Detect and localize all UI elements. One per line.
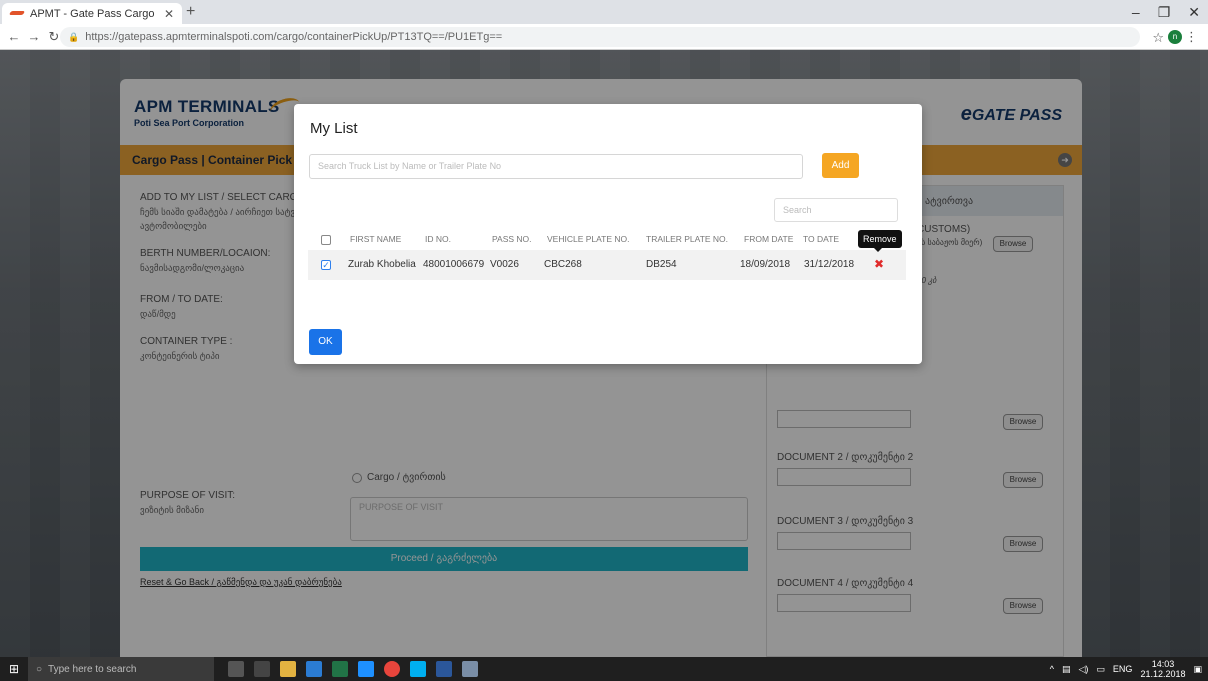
window-controls: – ❐ ✕ [1132,4,1200,21]
clock[interactable]: 14:03 21.12.2018 [1140,659,1185,679]
browser-tabstrip: APMT - Gate Pass Cargo ✕ + – ❐ ✕ [0,0,1208,24]
word-icon[interactable] [436,661,452,677]
browser-toolbar: ← → ↻ 🔒 https://gatepass.apmterminalspot… [0,24,1208,50]
close-window-icon[interactable]: ✕ [1188,4,1200,21]
cell-vehicle-plate: CBC268 [544,259,582,270]
cell-first-name: Zurab Khobelia [348,259,416,270]
list-filter-input[interactable]: Search [774,198,898,222]
apm-favicon-icon [10,9,24,19]
language-indicator[interactable]: ENG [1113,664,1133,674]
task-view-icon[interactable] [254,661,270,677]
maximize-icon[interactable]: ❐ [1158,4,1171,21]
volume-icon[interactable]: ◁) [1078,664,1088,675]
profile-avatar[interactable]: n [1168,30,1182,44]
col-first-name: FIRST NAME [350,234,402,244]
minimize-icon[interactable]: – [1132,4,1140,21]
ok-button[interactable]: OK [309,329,342,355]
table-header: FIRST NAME ID NO. PASS NO. VEHICLE PLATE… [311,234,905,250]
add-button[interactable]: Add [822,153,859,178]
excel-icon[interactable] [332,661,348,677]
col-pass-no: PASS NO. [492,234,532,244]
my-list-modal: My List Search Truck List by Name or Tra… [294,104,922,364]
cell-trailer-plate: DB254 [646,259,677,270]
app-icon[interactable] [462,661,478,677]
remove-icon[interactable]: ✖ [874,257,884,271]
col-from-date: FROM DATE [744,234,794,244]
chrome-icon[interactable] [384,661,400,677]
cell-pass-no: V0026 [490,259,519,270]
mic-icon[interactable] [228,661,244,677]
skype-icon[interactable] [410,661,426,677]
col-to-date: TO DATE [803,234,840,244]
truck-search-input[interactable]: Search Truck List by Name or Trailer Pla… [309,154,803,179]
network-icon[interactable]: ▤ [1062,664,1071,675]
tray-chevron-icon[interactable]: ^ [1050,664,1054,674]
close-tab-icon[interactable]: ✕ [164,7,174,21]
col-trailer-plate: TRAILER PLATE NO. [646,234,729,244]
cell-from-date: 18/09/2018 [740,259,791,270]
select-all-checkbox[interactable] [321,235,331,245]
col-id-no: ID NO. [425,234,451,244]
file-explorer-icon[interactable] [280,661,296,677]
bookmark-star-icon[interactable]: ☆ [1152,30,1164,46]
address-bar[interactable]: 🔒 https://gatepass.apmterminalspoti.com/… [60,27,1140,47]
back-arrow-icon[interactable]: ← [4,29,24,44]
new-tab-icon[interactable]: + [186,3,195,21]
lock-icon: 🔒 [68,31,80,42]
row-checkbox[interactable]: ✓ [321,260,331,270]
system-tray: ^ ▤ ◁) ▭ ENG 14:03 21.12.2018 ▣ [1050,657,1202,681]
forward-arrow-icon[interactable]: → [24,29,44,44]
browser-tab[interactable]: APMT - Gate Pass Cargo ✕ [2,3,182,24]
windows-start-icon[interactable]: ⊞ [0,662,28,676]
col-vehicle-plate: VEHICLE PLATE NO. [547,234,630,244]
page-background: APM TERMINALS Poti Sea Port Corporation … [0,50,1208,657]
os-taskbar: ⊞ ○ Type here to search ^ ▤ ◁) ▭ ENG 14:… [0,657,1208,681]
taskbar-apps [228,661,478,677]
edge-icon[interactable] [358,661,374,677]
menu-kebab-icon[interactable]: ⋮ [1185,29,1198,45]
table-row[interactable]: ✓ Zurab Khobelia 48001006679 V0026 CBC26… [308,250,906,280]
modal-title: My List [310,120,358,137]
cell-to-date: 31/12/2018 [804,259,855,270]
tab-title: APMT - Gate Pass Cargo [30,7,155,20]
outlook-icon[interactable] [306,661,322,677]
cortana-circle-icon: ○ [36,663,43,675]
remove-tooltip: Remove [858,230,902,252]
taskbar-search[interactable]: ○ Type here to search [28,657,214,681]
display-icon[interactable]: ▭ [1096,664,1105,675]
url-text: https://gatepass.apmterminalspoti.com/ca… [85,31,503,43]
cell-id-no: 48001006679 [423,259,485,270]
notification-icon[interactable]: ▣ [1193,664,1202,675]
